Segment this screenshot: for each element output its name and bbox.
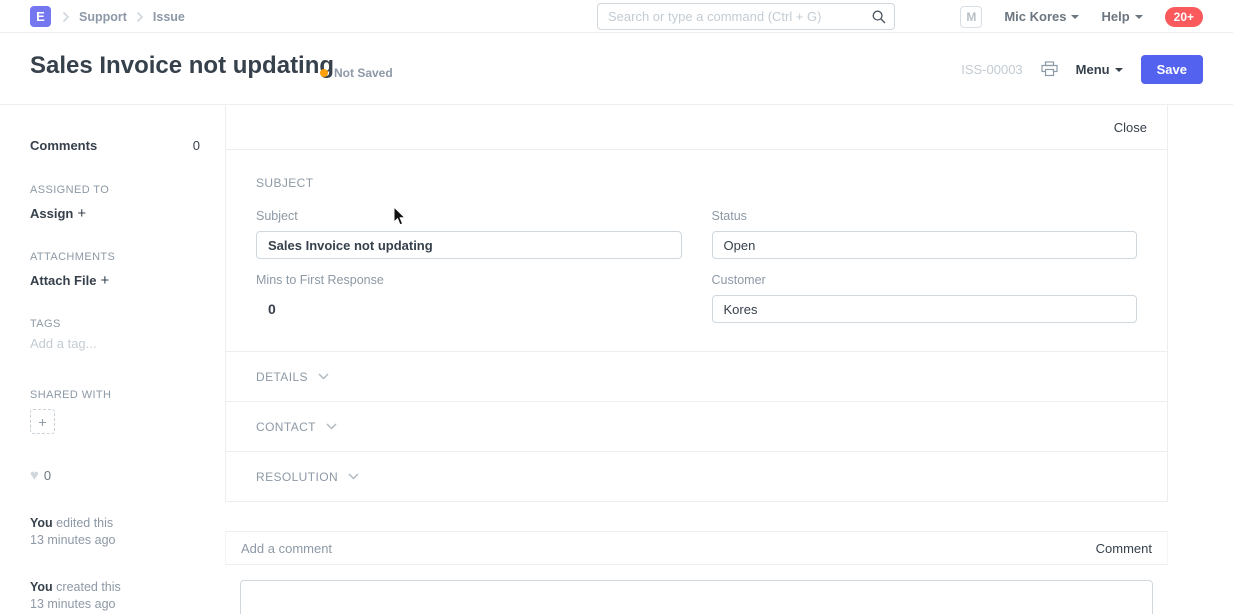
history-who: You bbox=[30, 580, 53, 594]
comments-summary[interactable]: Comments 0 bbox=[30, 138, 200, 153]
add-tag-input[interactable]: Add a tag... bbox=[30, 336, 200, 351]
section-resolution-toggle[interactable]: RESOLUTION bbox=[226, 451, 1167, 501]
assign-label: Assign bbox=[30, 206, 73, 221]
history-edited: You edited this 13 minutes ago bbox=[30, 515, 200, 549]
section-contact-label: CONTACT bbox=[256, 420, 316, 434]
heart-icon[interactable]: ♥ bbox=[30, 468, 39, 483]
field-mins-to-first-response: Mins to First Response 0 bbox=[256, 273, 682, 323]
plus-icon: + bbox=[77, 205, 86, 222]
chevron-down-icon bbox=[318, 373, 329, 380]
status-field-label: Status bbox=[712, 209, 1138, 223]
app-logo[interactable]: E bbox=[30, 6, 51, 27]
avatar[interactable]: M bbox=[960, 6, 982, 28]
add-comment-label: Add a comment bbox=[241, 541, 332, 556]
comment-toolbar: Add a comment Comment bbox=[225, 531, 1168, 565]
breadcrumb-support[interactable]: Support bbox=[79, 10, 127, 24]
page-header-actions: ISS-00003 Menu Save bbox=[961, 33, 1203, 105]
breadcrumb-issue[interactable]: Issue bbox=[153, 10, 185, 24]
add-share-button[interactable]: + bbox=[30, 409, 55, 434]
user-name: Mic Kores bbox=[1004, 9, 1066, 24]
form-card: Close SUBJECT Subject Status Mins to Fir… bbox=[225, 105, 1168, 502]
help-label: Help bbox=[1101, 9, 1129, 24]
avatar-letter: M bbox=[966, 10, 976, 24]
chevron-right-icon bbox=[62, 11, 70, 23]
search-input[interactable] bbox=[597, 3, 895, 30]
share-add-wrap: + bbox=[30, 409, 200, 434]
subject-field-label: Subject bbox=[256, 209, 682, 223]
chevron-right-icon bbox=[136, 11, 144, 23]
plus-icon: + bbox=[38, 414, 46, 430]
shared-with-heading: SHARED WITH bbox=[30, 389, 200, 401]
comments-label: Comments bbox=[30, 138, 97, 153]
page-title: Sales Invoice not updating bbox=[30, 52, 334, 80]
history-created: You created this 13 minutes ago bbox=[30, 579, 200, 613]
caret-down-icon bbox=[1115, 68, 1123, 72]
like-count: 0 bbox=[44, 468, 51, 483]
like-section: ♥ 0 bbox=[30, 468, 200, 483]
attachments-heading: ATTACHMENTS bbox=[30, 251, 200, 263]
notification-badge[interactable]: 20+ bbox=[1165, 7, 1203, 27]
chevron-down-icon bbox=[348, 473, 359, 480]
close-button[interactable]: Close bbox=[1114, 120, 1147, 135]
user-menu[interactable]: Mic Kores bbox=[1004, 9, 1079, 24]
app-screen: E Support Issue M Mic Kores Help 20+ bbox=[0, 0, 1233, 614]
comment-input[interactable] bbox=[240, 580, 1153, 614]
help-menu[interactable]: Help bbox=[1101, 9, 1142, 24]
document-id: ISS-00003 bbox=[961, 62, 1022, 77]
save-button[interactable]: Save bbox=[1141, 55, 1203, 84]
section-details-toggle[interactable]: DETAILS bbox=[226, 351, 1167, 401]
section-subject: SUBJECT Subject Status Mins to First Res… bbox=[226, 150, 1167, 351]
page-header: Sales Invoice not updating Not Saved ISS… bbox=[0, 33, 1233, 105]
chevron-down-icon bbox=[326, 423, 337, 430]
save-status-indicator: Not Saved bbox=[320, 66, 393, 80]
history-who: You bbox=[30, 516, 53, 530]
attach-file-label: Attach File bbox=[30, 273, 96, 288]
mins-field-label: Mins to First Response bbox=[256, 273, 682, 287]
plus-icon: + bbox=[100, 272, 109, 289]
mins-field-value: 0 bbox=[256, 295, 682, 317]
attach-file-button[interactable]: Attach File + bbox=[30, 272, 200, 289]
field-grid: Subject Status Mins to First Response 0 … bbox=[256, 209, 1137, 323]
navbar-right: M Mic Kores Help 20+ bbox=[960, 0, 1203, 33]
field-subject: Subject bbox=[256, 209, 682, 259]
field-status: Status bbox=[712, 209, 1138, 259]
assigned-to-heading: ASSIGNED TO bbox=[30, 184, 200, 196]
status-dot-icon bbox=[320, 69, 328, 77]
assign-button[interactable]: Assign + bbox=[30, 205, 200, 222]
field-customer: Customer bbox=[712, 273, 1138, 323]
save-status-text: Not Saved bbox=[334, 66, 393, 80]
caret-down-icon bbox=[1071, 15, 1079, 19]
section-resolution-label: RESOLUTION bbox=[256, 470, 338, 484]
form-sidebar: Comments 0 ASSIGNED TO Assign + ATTACHMEN… bbox=[0, 105, 225, 614]
history-action: created this bbox=[53, 580, 121, 594]
comments-count: 0 bbox=[193, 138, 200, 153]
comment-button[interactable]: Comment bbox=[1096, 541, 1152, 556]
navbar: E Support Issue M Mic Kores Help 20+ bbox=[0, 0, 1233, 33]
search-icon[interactable] bbox=[872, 10, 886, 29]
history-when: 13 minutes ago bbox=[30, 597, 115, 611]
history-action: edited this bbox=[53, 516, 113, 530]
print-icon[interactable] bbox=[1041, 61, 1058, 77]
breadcrumb: Support Issue bbox=[62, 0, 185, 33]
section-details-label: DETAILS bbox=[256, 370, 308, 384]
menu-label: Menu bbox=[1076, 62, 1110, 77]
caret-down-icon bbox=[1135, 15, 1143, 19]
form-toolbar: Close bbox=[226, 105, 1167, 150]
subject-input[interactable] bbox=[256, 231, 682, 259]
app-logo-letter: E bbox=[36, 9, 45, 24]
history-when: 13 minutes ago bbox=[30, 533, 115, 547]
global-search bbox=[597, 3, 895, 30]
customer-field-label: Customer bbox=[712, 273, 1138, 287]
menu-dropdown[interactable]: Menu bbox=[1076, 62, 1123, 77]
tags-heading: TAGS bbox=[30, 318, 200, 330]
status-input[interactable] bbox=[712, 231, 1138, 259]
section-contact-toggle[interactable]: CONTACT bbox=[226, 401, 1167, 451]
customer-input[interactable] bbox=[712, 295, 1138, 323]
section-subject-label: SUBJECT bbox=[256, 176, 1137, 190]
